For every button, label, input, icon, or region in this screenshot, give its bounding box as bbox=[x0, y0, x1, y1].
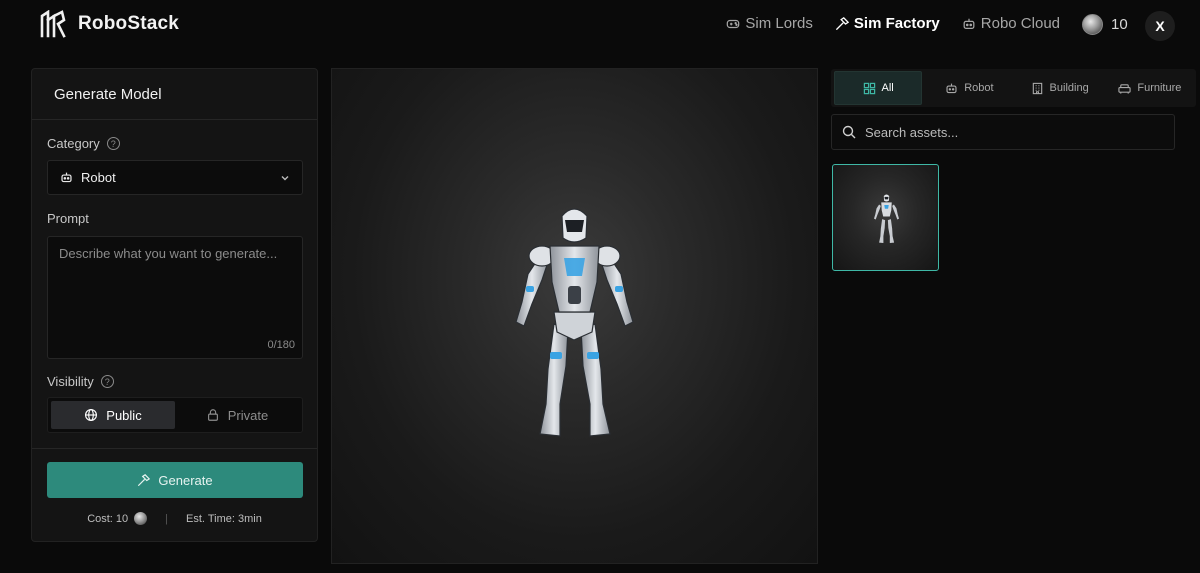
hammer-icon bbox=[836, 16, 849, 30]
credits-value: 10 bbox=[1111, 16, 1128, 33]
app-name: RoboStack bbox=[78, 13, 180, 34]
prompt-input[interactable]: Describe what you want to generate... 0/… bbox=[47, 236, 303, 359]
filter-label: Furniture bbox=[1137, 82, 1182, 94]
nav-sim-lords[interactable]: Sim Lords bbox=[726, 15, 813, 32]
sofa-icon bbox=[1118, 83, 1131, 94]
top-header: RoboStack Sim Lords Sim Factory Robo Clo… bbox=[0, 0, 1200, 50]
robostack-logo-icon bbox=[40, 10, 66, 38]
hammer-icon bbox=[138, 473, 151, 486]
nav-robo-cloud[interactable]: Robo Cloud bbox=[962, 15, 1060, 32]
help-icon[interactable]: ? bbox=[100, 375, 114, 388]
building-icon bbox=[1032, 82, 1042, 94]
public-label: Public bbox=[106, 407, 142, 423]
gamepad-icon bbox=[727, 19, 740, 28]
generate-label: Generate bbox=[158, 472, 213, 488]
filter-label: Building bbox=[1049, 82, 1089, 94]
chevron-down-icon bbox=[281, 175, 289, 180]
grid-icon bbox=[863, 82, 875, 94]
nav-label: Robo Cloud bbox=[980, 15, 1060, 32]
help-icon[interactable]: ? bbox=[106, 137, 120, 150]
category-select[interactable]: Robot bbox=[47, 160, 303, 195]
category-value: Robot bbox=[81, 170, 116, 185]
generate-button[interactable]: Generate bbox=[47, 462, 303, 498]
time-label: Est. Time: 3min bbox=[186, 512, 262, 525]
filter-label: All bbox=[881, 82, 894, 94]
main-nav: Sim Lords Sim Factory Robo Cloud bbox=[726, 15, 1060, 32]
prompt-label-row: Prompt bbox=[47, 211, 89, 226]
coin-icon bbox=[134, 512, 148, 525]
robot-icon bbox=[963, 18, 975, 29]
visibility-private-option[interactable]: Private bbox=[175, 401, 299, 429]
asset-thumbnail-selected[interactable] bbox=[832, 164, 939, 271]
filter-furniture[interactable]: Furniture bbox=[1107, 71, 1193, 105]
private-label: Private bbox=[227, 407, 269, 423]
robot-thumbnail-image bbox=[873, 194, 900, 244]
panel-title: Generate Model bbox=[32, 69, 317, 120]
lock-icon bbox=[207, 409, 218, 421]
visibility-public-option[interactable]: Public bbox=[51, 401, 175, 429]
generate-panel: Generate Model Category ? Robot Prompt D… bbox=[31, 68, 318, 542]
category-label-row: Category ? bbox=[47, 136, 120, 151]
nav-label: Sim Lords bbox=[745, 15, 813, 32]
nav-sim-factory[interactable]: Sim Factory bbox=[835, 15, 940, 32]
category-label: Category bbox=[47, 136, 100, 151]
asset-search bbox=[831, 114, 1175, 150]
search-icon bbox=[842, 125, 856, 139]
close-button[interactable]: X bbox=[1145, 11, 1175, 41]
visibility-toggle: Public Private bbox=[47, 397, 303, 433]
logo[interactable]: RoboStack bbox=[40, 10, 179, 38]
prompt-placeholder: Describe what you want to generate... bbox=[59, 246, 278, 261]
filter-building[interactable]: Building bbox=[1017, 71, 1103, 105]
model-viewport[interactable] bbox=[331, 68, 818, 564]
filter-robot[interactable]: Robot bbox=[926, 71, 1012, 105]
globe-icon bbox=[85, 409, 98, 421]
prompt-label: Prompt bbox=[47, 211, 89, 226]
robot-icon bbox=[61, 172, 72, 183]
cost-label: Cost: 10 bbox=[87, 512, 129, 525]
robot-icon bbox=[946, 83, 957, 93]
filter-label: Robot bbox=[964, 82, 994, 94]
credits-balance[interactable]: 10 bbox=[1082, 14, 1128, 35]
filter-all[interactable]: All bbox=[834, 71, 923, 105]
search-input[interactable] bbox=[865, 124, 1145, 140]
visibility-label: Visibility bbox=[47, 374, 94, 389]
generation-meta: Cost: 10 | Est. Time: 3min bbox=[32, 512, 317, 525]
divider bbox=[32, 448, 317, 449]
nav-label: Sim Factory bbox=[853, 15, 940, 32]
visibility-label-row: Visibility ? bbox=[47, 374, 114, 389]
prompt-counter: 0/180 bbox=[267, 339, 295, 351]
coin-icon bbox=[1082, 14, 1103, 35]
asset-filter-tabs: All Robot Building Furniture bbox=[831, 69, 1196, 107]
robot-model-preview bbox=[515, 208, 634, 437]
separator: | bbox=[165, 512, 169, 525]
